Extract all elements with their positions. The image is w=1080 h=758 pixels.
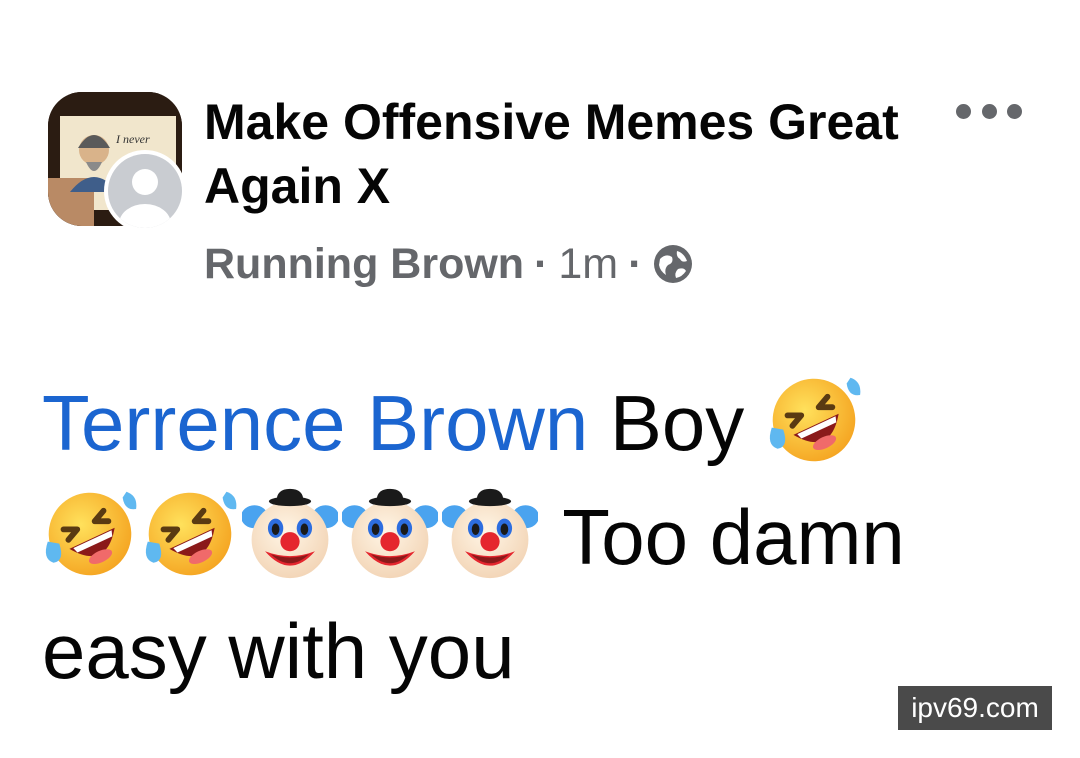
clown-face-emoji (242, 486, 338, 582)
author-avatar[interactable] (104, 150, 186, 232)
more-dot (1007, 103, 1022, 119)
avatar-caption: I never (116, 132, 150, 146)
clown-face-emoji (342, 486, 438, 582)
post-meta: Running Brown · 1m · (204, 236, 694, 292)
meta-separator: · (628, 239, 643, 288)
post-text-part: Boy (588, 379, 766, 467)
clown-face-emoji (442, 486, 538, 582)
rolling-on-floor-laughing-emoji (142, 486, 238, 582)
default-user-icon (119, 169, 171, 228)
rolling-on-floor-laughing-emoji (42, 486, 138, 582)
meta-separator: · (534, 239, 549, 288)
rolling-on-floor-laughing-emoji (766, 372, 862, 468)
globe-icon[interactable] (652, 243, 694, 285)
more-options-icon (956, 103, 971, 119)
post-body: Terrence Brown Boy Too damn easy with yo… (42, 366, 1042, 708)
group-name-link[interactable]: Make Offensive Memes Great Again X (204, 90, 924, 218)
mention-link[interactable]: Terrence Brown (42, 379, 588, 467)
author-name-link[interactable]: Running Brown (204, 240, 524, 289)
more-dot (981, 103, 997, 119)
more-options-button[interactable] (956, 96, 1022, 126)
watermark: ipv69.com (898, 686, 1052, 730)
post-timestamp[interactable]: 1m (558, 240, 618, 289)
